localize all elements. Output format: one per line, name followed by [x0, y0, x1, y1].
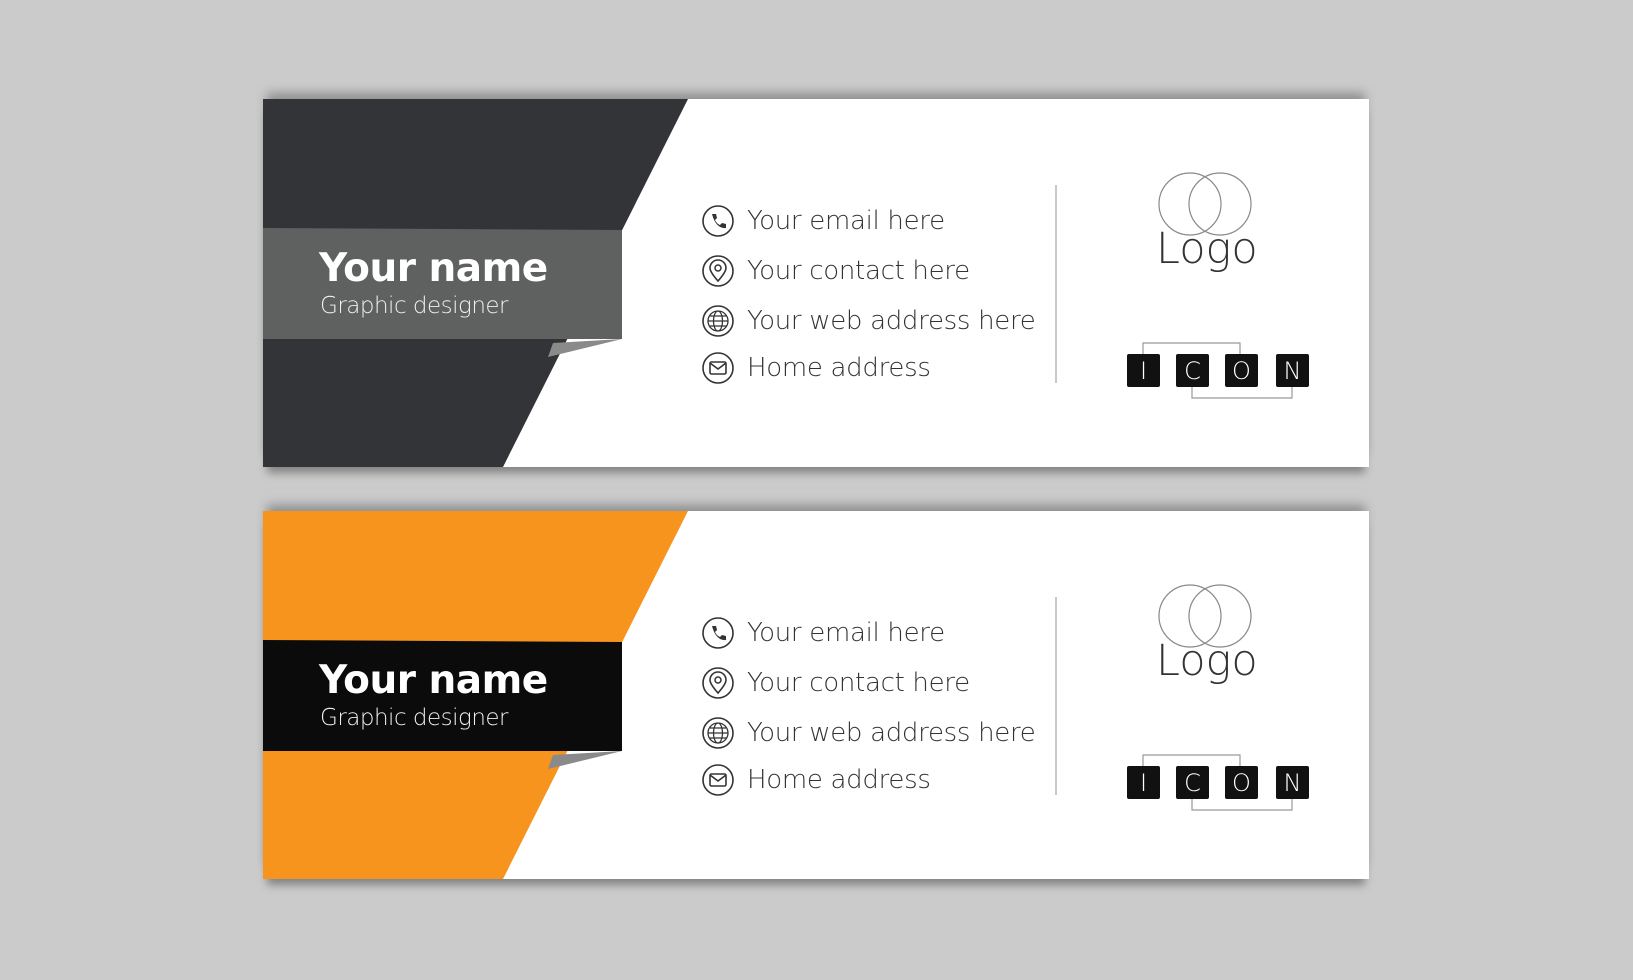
person-name: Your name	[319, 246, 548, 291]
contact-row: Your contact here	[701, 254, 970, 288]
email-signature-card: Your name Graphic designer Your email he…	[263, 99, 1369, 467]
divider	[1055, 185, 1057, 383]
contact-row: Home address	[701, 351, 931, 385]
icon-wordmark: ICON	[1113, 337, 1309, 403]
icon-letter: C	[1176, 766, 1209, 799]
job-title: Graphic designer	[320, 705, 509, 731]
logo-text: Logo	[1156, 224, 1258, 274]
phone-icon	[702, 617, 734, 649]
globe-icon	[702, 305, 734, 337]
icon-letter: C	[1176, 354, 1209, 387]
location-pin-icon	[702, 667, 734, 699]
contact-text: Your email here	[747, 618, 945, 648]
icon-letter: O	[1225, 766, 1258, 799]
envelope-icon	[702, 764, 734, 796]
contact-text: Your web address here	[747, 718, 1036, 748]
contact-text: Home address	[747, 353, 931, 383]
icon-letter: N	[1276, 766, 1309, 799]
contact-row: Your email here	[701, 616, 945, 650]
globe-icon	[702, 717, 734, 749]
icon-letter: I	[1127, 354, 1160, 387]
job-title: Graphic designer	[320, 293, 509, 319]
phone-icon	[702, 205, 734, 237]
divider	[1055, 597, 1057, 795]
contact-text: Home address	[747, 765, 931, 795]
person-name: Your name	[319, 658, 548, 703]
contact-row: Your contact here	[701, 666, 970, 700]
logo-text: Logo	[1156, 636, 1258, 686]
contact-row: Your web address here	[701, 716, 1036, 750]
contact-row: Your email here	[701, 204, 945, 238]
contact-text: Your web address here	[747, 306, 1036, 336]
icon-letter: N	[1276, 354, 1309, 387]
location-pin-icon	[702, 255, 734, 287]
envelope-icon	[702, 352, 734, 384]
contact-row: Your web address here	[701, 304, 1036, 338]
email-signature-card: Your name Graphic designer Your email he…	[263, 511, 1369, 879]
contact-text: Your contact here	[747, 256, 970, 286]
contact-row: Home address	[701, 763, 931, 797]
contact-text: Your email here	[747, 206, 945, 236]
contact-text: Your contact here	[747, 668, 970, 698]
icon-wordmark: ICON	[1113, 749, 1309, 815]
icon-letter: I	[1127, 766, 1160, 799]
icon-letter: O	[1225, 354, 1258, 387]
